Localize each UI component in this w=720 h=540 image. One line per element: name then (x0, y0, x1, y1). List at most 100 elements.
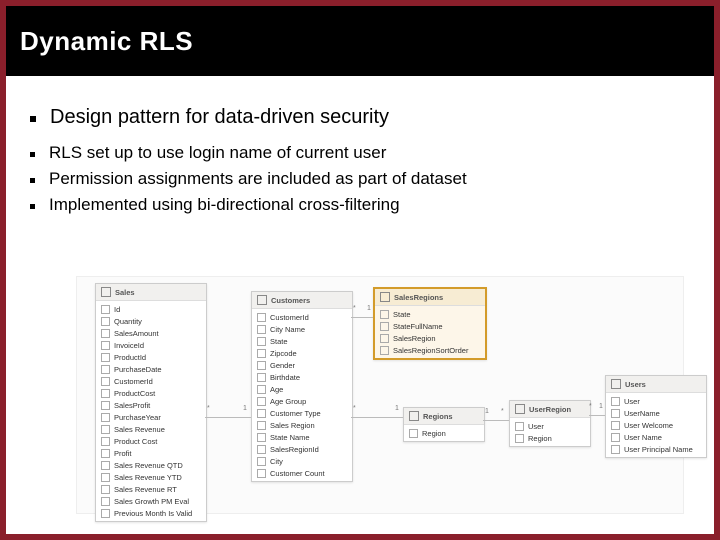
field-label: Sales Revenue (114, 425, 165, 434)
entity-title: Customers (271, 296, 310, 305)
entity-field: Sales Region (252, 419, 352, 431)
cardinality-label: 1 (485, 408, 489, 415)
field-icon (257, 469, 266, 478)
bullet-main-text: Design pattern for data-driven security (50, 106, 389, 129)
entity-field: SalesRegionSortOrder (375, 344, 485, 356)
entity-title: SalesRegions (394, 293, 443, 302)
entity-field: Gender (252, 359, 352, 371)
field-icon (101, 329, 110, 338)
entity-field: SalesAmount (96, 327, 206, 339)
table-icon (380, 292, 390, 302)
field-icon (257, 373, 266, 382)
slide-title: Dynamic RLS (20, 26, 193, 57)
entity-field: State (252, 335, 352, 347)
field-label: SalesRegionSortOrder (393, 346, 468, 355)
entity-field: PurchaseYear (96, 411, 206, 423)
field-label: Age Group (270, 397, 306, 406)
field-label: State Name (270, 433, 310, 442)
field-label: Sales Region (270, 421, 315, 430)
field-icon (257, 409, 266, 418)
sub-bullet: RLS set up to use login name of current … (30, 143, 690, 163)
field-icon (101, 437, 110, 446)
field-label: Sales Growth PM Eval (114, 497, 189, 506)
field-icon (380, 322, 389, 331)
sub-bullet: Implemented using bi-directional cross-f… (30, 195, 690, 215)
field-icon (101, 485, 110, 494)
entity-field-list: UserRegion (510, 418, 590, 446)
sub-bullet-list: RLS set up to use login name of current … (30, 143, 690, 215)
field-label: State (270, 337, 288, 346)
field-label: Quantity (114, 317, 142, 326)
entity-field: PurchaseDate (96, 363, 206, 375)
field-icon (611, 421, 620, 430)
relationship-line (351, 417, 403, 418)
slide-frame: Dynamic RLS Design pattern for data-driv… (0, 0, 720, 540)
sub-bullet-text: Permission assignments are included as p… (49, 169, 467, 189)
relationship-line (205, 417, 251, 418)
entity-field: Customer Count (252, 467, 352, 479)
field-icon (611, 445, 620, 454)
entity-field: Age (252, 383, 352, 395)
field-icon (101, 425, 110, 434)
entity-field-list: Region (404, 425, 484, 441)
cardinality-label: * (353, 305, 356, 312)
field-label: State (393, 310, 411, 319)
bullet-region: Design pattern for data-driven security … (6, 76, 714, 215)
table-icon (611, 379, 621, 389)
entity-field: Id (96, 303, 206, 315)
field-icon (101, 305, 110, 314)
field-label: Sales Revenue YTD (114, 473, 182, 482)
entity-field: Region (404, 427, 484, 439)
table-icon (101, 287, 111, 297)
field-label: ProductCost (114, 389, 155, 398)
field-label: Birthdate (270, 373, 300, 382)
field-label: City (270, 457, 283, 466)
cardinality-label: * (501, 408, 504, 415)
field-label: Zipcode (270, 349, 297, 358)
field-icon (257, 433, 266, 442)
bullet-icon (30, 152, 35, 157)
entity-field: User (510, 420, 590, 432)
entity-field-list: IdQuantitySalesAmountInvoiceIdProductIdP… (96, 301, 206, 521)
entity-salesregions: SalesRegions StateStateFullNameSalesRegi… (373, 287, 487, 360)
field-label: User (528, 422, 544, 431)
field-icon (101, 509, 110, 518)
field-icon (101, 341, 110, 350)
field-icon (101, 449, 110, 458)
field-icon (515, 422, 524, 431)
entity-field: Sales Revenue YTD (96, 471, 206, 483)
sub-bullet-text: Implemented using bi-directional cross-f… (49, 195, 400, 215)
entity-field-list: StateStateFullNameSalesRegionSalesRegion… (375, 306, 485, 358)
entity-field: User Principal Name (606, 443, 706, 455)
cardinality-label: 1 (367, 305, 371, 312)
table-icon (515, 404, 525, 414)
relationship-line (351, 317, 373, 318)
field-icon (101, 497, 110, 506)
field-label: City Name (270, 325, 305, 334)
entity-regions: Regions Region (403, 407, 485, 442)
field-label: CustomerId (270, 313, 309, 322)
field-label: SalesRegion (393, 334, 436, 343)
entity-header: SalesRegions (375, 289, 485, 306)
entity-field: City (252, 455, 352, 467)
entity-header: Regions (404, 408, 484, 425)
entity-title: Regions (423, 412, 453, 421)
entity-field: Product Cost (96, 435, 206, 447)
field-icon (611, 433, 620, 442)
field-icon (101, 461, 110, 470)
bullet-icon (30, 116, 36, 122)
entity-field: Age Group (252, 395, 352, 407)
entity-header: Customers (252, 292, 352, 309)
field-icon (101, 413, 110, 422)
field-label: User Welcome (624, 421, 673, 430)
entity-field: SalesProfit (96, 399, 206, 411)
entity-field: Customer Type (252, 407, 352, 419)
entity-field: Sales Revenue RT (96, 483, 206, 495)
field-label: Previous Month Is Valid (114, 509, 192, 518)
entity-field: State (375, 308, 485, 320)
cardinality-label: 1 (243, 405, 247, 412)
entity-field: Profit (96, 447, 206, 459)
entity-field: InvoiceId (96, 339, 206, 351)
field-icon (380, 310, 389, 319)
field-icon (257, 397, 266, 406)
